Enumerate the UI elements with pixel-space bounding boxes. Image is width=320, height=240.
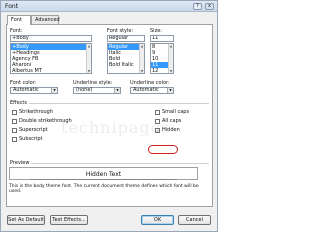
- preview-text: Hidden Text: [85, 171, 122, 178]
- hidden-highlight-annotation: [148, 145, 178, 154]
- underline-color-label: Underline color:: [130, 80, 170, 86]
- font-list-item[interactable]: Albertus MT: [11, 68, 91, 73]
- font-style-label: Font style:: [107, 28, 134, 34]
- effects-divider: [29, 103, 209, 104]
- watermark: technipages: [61, 118, 171, 137]
- checkbox-box[interactable]: [12, 136, 17, 142]
- scroll-down-icon[interactable]: ▼: [140, 69, 144, 73]
- close-button[interactable]: x: [205, 3, 214, 10]
- font-label: Font:: [10, 28, 23, 34]
- strikethrough-checkbox[interactable]: Strikethrough: [12, 109, 53, 115]
- checkbox-box[interactable]: [155, 109, 160, 115]
- preview-description: This is the body theme font. The current…: [9, 184, 199, 194]
- font-name-input[interactable]: +Body: [10, 35, 92, 42]
- dialog-title: Font: [5, 3, 19, 10]
- chevron-down-icon: ▼: [51, 88, 57, 93]
- tab-advanced[interactable]: Advanced: [31, 15, 60, 24]
- font-list-scrollbar[interactable]: ▲ ▼: [86, 44, 91, 73]
- scroll-down-icon[interactable]: ▼: [169, 69, 173, 73]
- font-color-label: Font color:: [10, 80, 37, 86]
- text-effects-button[interactable]: Text Effects...: [50, 215, 88, 225]
- help-icon: ?: [196, 3, 199, 9]
- scroll-down-icon[interactable]: ▼: [87, 69, 91, 73]
- size-label: Size:: [150, 28, 162, 34]
- strikethrough-label: Strikethrough: [19, 109, 54, 115]
- ok-button[interactable]: OK: [141, 215, 174, 225]
- size-input[interactable]: 11: [150, 35, 174, 42]
- help-button[interactable]: ?: [193, 3, 202, 10]
- preview-label: Preview: [10, 160, 30, 166]
- size-list-scrollbar[interactable]: ▲ ▼: [168, 44, 173, 73]
- set-as-default-button[interactable]: Set As Default: [7, 215, 45, 225]
- scroll-up-icon[interactable]: ▲: [87, 44, 91, 48]
- small-caps-label: Small caps: [162, 109, 190, 115]
- font-color-dropdown[interactable]: Automatic ▼: [10, 87, 58, 94]
- underline-color-dropdown[interactable]: Automatic ▼: [130, 87, 174, 94]
- scroll-up-icon[interactable]: ▲: [169, 44, 173, 48]
- chevron-down-icon: ▼: [167, 88, 173, 93]
- superscript-checkbox[interactable]: Superscript: [12, 127, 48, 133]
- effects-label: Effects: [10, 100, 27, 106]
- font-dialog: Font ? x Font Advanced Font: +Body +Body…: [0, 0, 218, 232]
- checkbox-box[interactable]: [12, 118, 17, 124]
- checkbox-box[interactable]: [12, 109, 17, 115]
- preview-box: Hidden Text: [9, 167, 198, 180]
- size-list[interactable]: 8 9 10 11 12 ▲ ▼: [150, 43, 174, 74]
- title-bar: Font ? x: [1, 1, 217, 12]
- checkbox-box[interactable]: [12, 127, 17, 133]
- font-color-value: Automatic: [13, 87, 39, 93]
- underline-style-label: Underline style:: [73, 80, 113, 86]
- scroll-up-icon[interactable]: ▲: [140, 44, 144, 48]
- font-style-input[interactable]: Regular: [107, 35, 145, 42]
- subscript-label: Subscript: [19, 136, 43, 142]
- subscript-checkbox[interactable]: Subscript: [12, 136, 42, 142]
- underline-style-dropdown[interactable]: (none) ▼: [73, 87, 121, 94]
- underline-color-value: Automatic: [133, 87, 159, 93]
- font-style-scrollbar[interactable]: ▲ ▼: [139, 44, 144, 73]
- small-caps-checkbox[interactable]: Small caps: [155, 109, 189, 115]
- font-list[interactable]: +Body +Headings Agency FB Aharoni Albert…: [10, 43, 92, 74]
- chevron-down-icon: ▼: [114, 88, 120, 93]
- superscript-label: Superscript: [19, 127, 48, 133]
- underline-style-value: (none): [76, 87, 93, 93]
- close-icon: x: [208, 3, 211, 9]
- font-style-list[interactable]: Regular Italic Bold Bold Italic ▲ ▼: [107, 43, 145, 74]
- preview-divider: [31, 163, 209, 164]
- cancel-button[interactable]: Cancel: [178, 215, 211, 225]
- preview-baseline: [30, 179, 177, 180]
- tab-font[interactable]: Font: [7, 15, 31, 25]
